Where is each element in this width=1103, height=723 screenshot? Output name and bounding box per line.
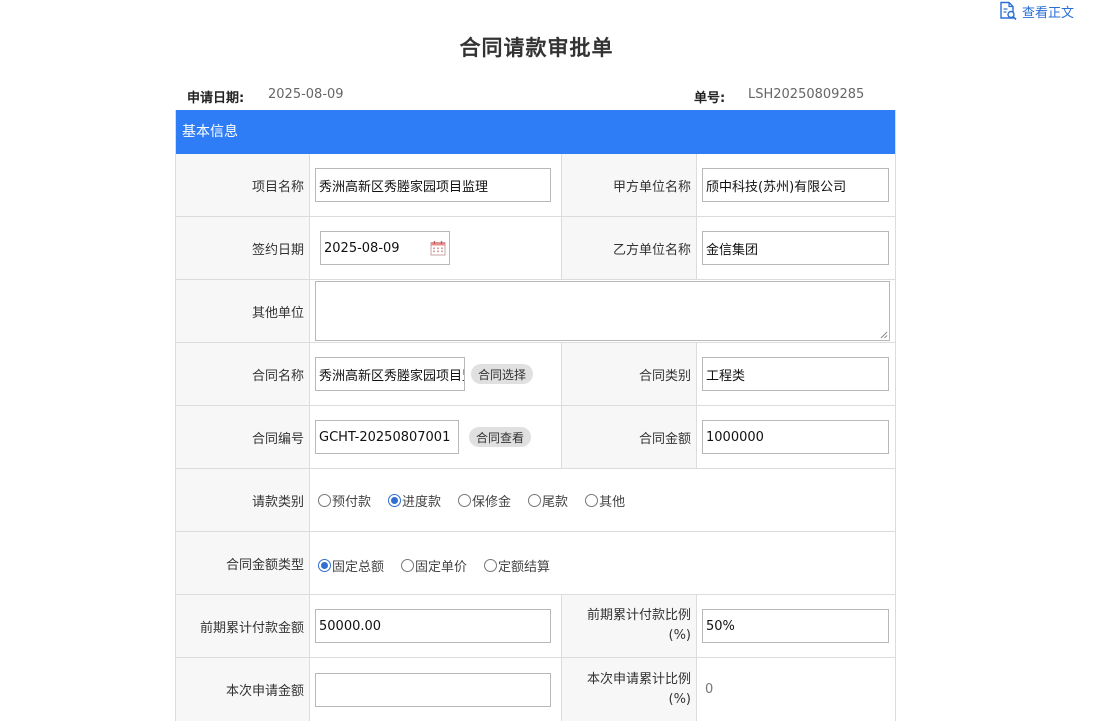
form-row: 前期累计付款金额 50000.00 前期累计付款比例 (%) 50% [176, 595, 895, 658]
radio-final-payment[interactable]: 尾款 [528, 491, 568, 510]
radio-indicator [528, 493, 542, 507]
current-ratio-value: 0 [705, 682, 714, 697]
sign-date-label: 签约日期 [176, 217, 310, 279]
prev-ratio-label: 前期累计付款比例 (%) [561, 595, 697, 657]
contract-name-label: 合同名称 [176, 343, 310, 405]
radio-indicator [401, 558, 415, 572]
form-row: 签约日期 2025-08-09 乙方单位名称 金信集团 [176, 217, 895, 280]
payment-type-group: 预付款 进度款 保修金 尾款 其他 [310, 469, 642, 531]
project-name-input[interactable]: 秀洲高新区秀塍家园项目监理 [315, 168, 551, 202]
form-row: 本次申请金额 本次申请累计比例 (%) 0 [176, 658, 895, 721]
approval-form: 基本信息 项目名称 秀洲高新区秀塍家园项目监理 甲方单位名称 颀中科技(苏州)有… [175, 110, 896, 721]
form-row: 合同金额类型 固定总额 固定单价 定额结算 [176, 532, 895, 595]
form-row: 项目名称 秀洲高新区秀塍家园项目监理 甲方单位名称 颀中科技(苏州)有限公司 [176, 154, 895, 217]
radio-progress-payment[interactable]: 进度款 [388, 491, 441, 510]
radio-indicator [388, 493, 402, 507]
contract-no-label: 合同编号 [176, 406, 310, 468]
prev-paid-label: 前期累计付款金额 [176, 595, 310, 657]
form-number-value: LSH20250809285 [748, 87, 865, 102]
form-row: 其他单位 [176, 280, 895, 343]
radio-other[interactable]: 其他 [585, 491, 625, 510]
party-a-label: 甲方单位名称 [561, 154, 697, 216]
form-row: 合同编号 GCHT-20250807001 合同查看 合同金额 1000000 [176, 406, 895, 469]
contract-amount-label: 合同金额 [561, 406, 697, 468]
calendar-icon[interactable] [430, 240, 446, 256]
radio-fixed-total[interactable]: 固定总额 [318, 556, 384, 575]
radio-advance-payment[interactable]: 预付款 [318, 491, 371, 510]
radio-quota-settlement[interactable]: 定额结算 [484, 556, 550, 575]
section-basic-info: 基本信息 [176, 110, 895, 154]
prev-paid-input[interactable]: 50000.00 [315, 609, 551, 643]
current-ratio-label: 本次申请累计比例 (%) [561, 658, 697, 721]
current-amount-label: 本次申请金额 [176, 658, 310, 721]
radio-warranty-deposit[interactable]: 保修金 [458, 491, 511, 510]
contract-name-input[interactable]: 秀洲高新区秀塍家园项目监理 [315, 357, 465, 391]
resize-grip-icon[interactable] [880, 331, 888, 339]
view-document-link[interactable]: 查看正文 [998, 0, 1074, 22]
amount-type-group: 固定总额 固定单价 定额结算 [310, 532, 567, 594]
party-a-input[interactable]: 颀中科技(苏州)有限公司 [702, 168, 889, 202]
payment-type-label: 请款类别 [176, 469, 310, 531]
form-meta: 申请日期: 2025-08-09 单号: LSH20250809285 [176, 87, 896, 106]
page-title: 合同请款审批单 [459, 36, 614, 60]
project-name-label: 项目名称 [176, 154, 310, 216]
radio-indicator [458, 493, 472, 507]
radio-indicator [585, 493, 599, 507]
apply-date-label: 申请日期: [187, 91, 245, 106]
contract-type-label: 合同类别 [561, 343, 697, 405]
other-units-label: 其他单位 [176, 280, 310, 342]
form-number-label: 单号: [694, 91, 726, 106]
current-amount-input[interactable] [315, 672, 551, 707]
contract-type-input[interactable]: 工程类 [702, 357, 889, 391]
party-b-input[interactable]: 金信集团 [702, 231, 889, 265]
radio-fixed-unit-price[interactable]: 固定单价 [401, 556, 467, 575]
contract-select-button[interactable]: 合同选择 [471, 364, 534, 384]
view-document-label: 查看正文 [1022, 5, 1075, 21]
radio-indicator [318, 493, 331, 507]
contract-view-button[interactable]: 合同查看 [469, 427, 532, 447]
contract-amount-input[interactable]: 1000000 [702, 420, 889, 454]
form-row: 合同名称 秀洲高新区秀塍家园项目监理 合同选择 合同类别 工程类 [176, 343, 895, 406]
other-units-textarea[interactable] [315, 281, 890, 341]
radio-indicator [484, 558, 498, 572]
amount-type-label: 合同金额类型 [176, 532, 310, 594]
prev-ratio-input[interactable]: 50% [702, 609, 889, 643]
contract-no-input[interactable]: GCHT-20250807001 [315, 420, 459, 454]
sign-date-input[interactable]: 2025-08-09 [320, 231, 450, 265]
apply-date-value: 2025-08-09 [268, 87, 344, 102]
sign-date-value: 2025-08-09 [324, 240, 400, 256]
party-b-label: 乙方单位名称 [561, 217, 697, 279]
form-row: 请款类别 预付款 进度款 保修金 尾款 其他 [176, 469, 895, 532]
radio-indicator [318, 558, 331, 572]
document-view-icon [1000, 1, 1017, 21]
